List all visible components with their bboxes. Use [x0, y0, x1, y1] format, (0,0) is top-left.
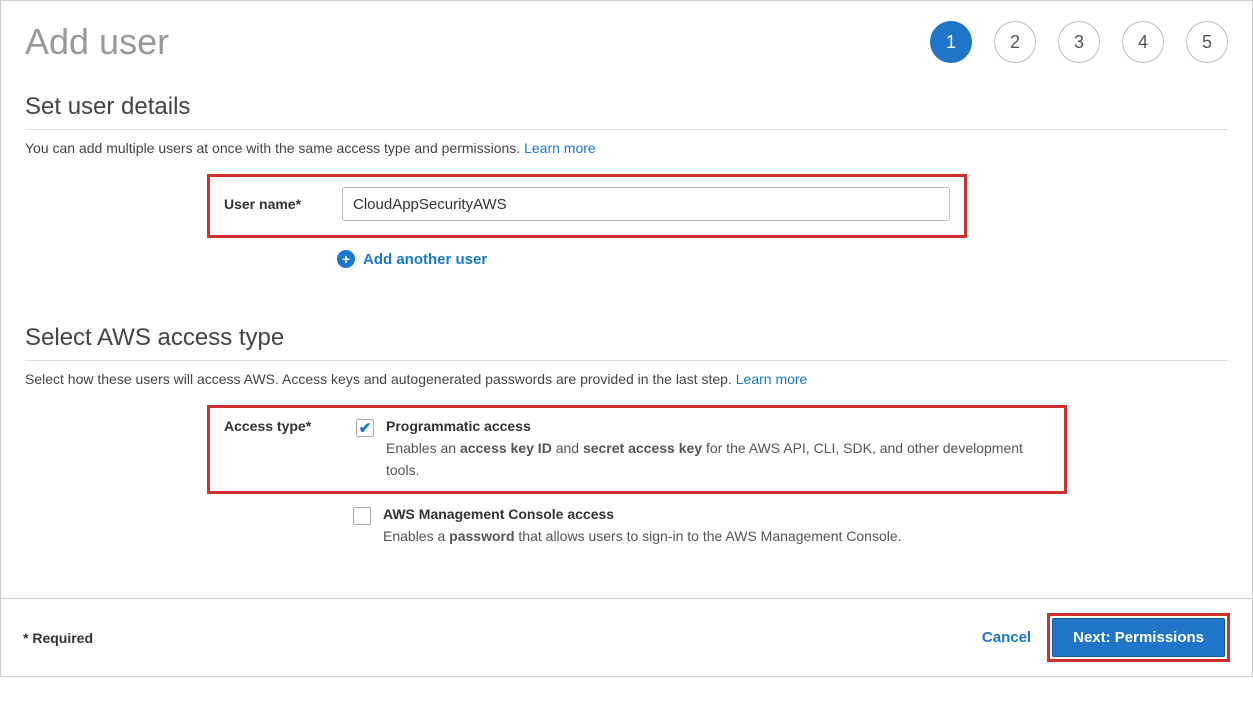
learn-more-link-details[interactable]: Learn more	[524, 140, 596, 156]
programmatic-access-row: Access type* ✔ Programmatic access Enabl…	[224, 418, 1050, 481]
cancel-button[interactable]: Cancel	[982, 629, 1031, 646]
programmatic-access-checkbox[interactable]: ✔	[356, 419, 374, 437]
console-access-body: AWS Management Console access Enables a …	[383, 506, 1053, 548]
step-5[interactable]: 5	[1186, 21, 1228, 63]
next-button-highlight: Next: Permissions	[1047, 613, 1230, 662]
add-user-page: Add user 1 2 3 4 5 Set user details You …	[0, 0, 1253, 677]
page-title: Add user	[25, 21, 169, 63]
access-type-highlight: Access type* ✔ Programmatic access Enabl…	[207, 405, 1067, 494]
learn-more-link-access[interactable]: Learn more	[736, 371, 808, 387]
cons-desc-suffix: that allows users to sign-in to the AWS …	[515, 528, 902, 544]
step-1[interactable]: 1	[930, 21, 972, 63]
step-4[interactable]: 4	[1122, 21, 1164, 63]
next-permissions-button[interactable]: Next: Permissions	[1052, 618, 1225, 657]
add-another-label: Add another user	[363, 251, 487, 268]
desc-text: You can add multiple users at once with …	[25, 140, 524, 156]
required-note: * Required	[23, 630, 93, 646]
select-access-heading: Select AWS access type	[25, 324, 1228, 361]
cons-desc-prefix: Enables a	[383, 528, 449, 544]
username-label: User name*	[224, 196, 332, 212]
header-row: Add user 1 2 3 4 5	[25, 21, 1228, 63]
footer: * Required Cancel Next: Permissions	[1, 598, 1252, 676]
prog-desc-prefix: Enables an	[386, 440, 460, 456]
prog-mid: and	[552, 440, 583, 456]
footer-actions: Cancel Next: Permissions	[982, 613, 1230, 662]
access-type-label: Access type*	[224, 418, 344, 434]
console-access-checkbox[interactable]: ✔	[353, 507, 371, 525]
plus-circle-icon: +	[337, 250, 355, 268]
prog-bold2: secret access key	[583, 440, 702, 456]
console-access-title: AWS Management Console access	[383, 506, 1053, 522]
set-user-details-heading: Set user details	[25, 93, 1228, 130]
select-access-desc: Select how these users will access AWS. …	[25, 371, 1228, 387]
programmatic-access-desc: Enables an access key ID and secret acce…	[386, 438, 1050, 481]
console-access-desc: Enables a password that allows users to …	[383, 526, 1053, 548]
wizard-steps: 1 2 3 4 5	[930, 21, 1228, 63]
step-2[interactable]: 2	[994, 21, 1036, 63]
select-access-section: Select AWS access type Select how these …	[25, 324, 1228, 558]
username-row: User name*	[224, 187, 950, 221]
cons-bold1: password	[449, 528, 514, 544]
programmatic-access-title: Programmatic access	[386, 418, 1050, 434]
prog-bold1: access key ID	[460, 440, 552, 456]
step-3[interactable]: 3	[1058, 21, 1100, 63]
add-another-user-button[interactable]: + Add another user	[337, 250, 1228, 268]
username-input[interactable]	[342, 187, 950, 221]
main-content: Add user 1 2 3 4 5 Set user details You …	[1, 1, 1252, 598]
programmatic-access-body: Programmatic access Enables an access ke…	[386, 418, 1050, 481]
console-access-row: ✔ AWS Management Console access Enables …	[207, 494, 1067, 558]
set-user-details-desc: You can add multiple users at once with …	[25, 140, 1228, 156]
access-desc-text: Select how these users will access AWS. …	[25, 371, 736, 387]
username-highlight: User name*	[207, 174, 967, 238]
